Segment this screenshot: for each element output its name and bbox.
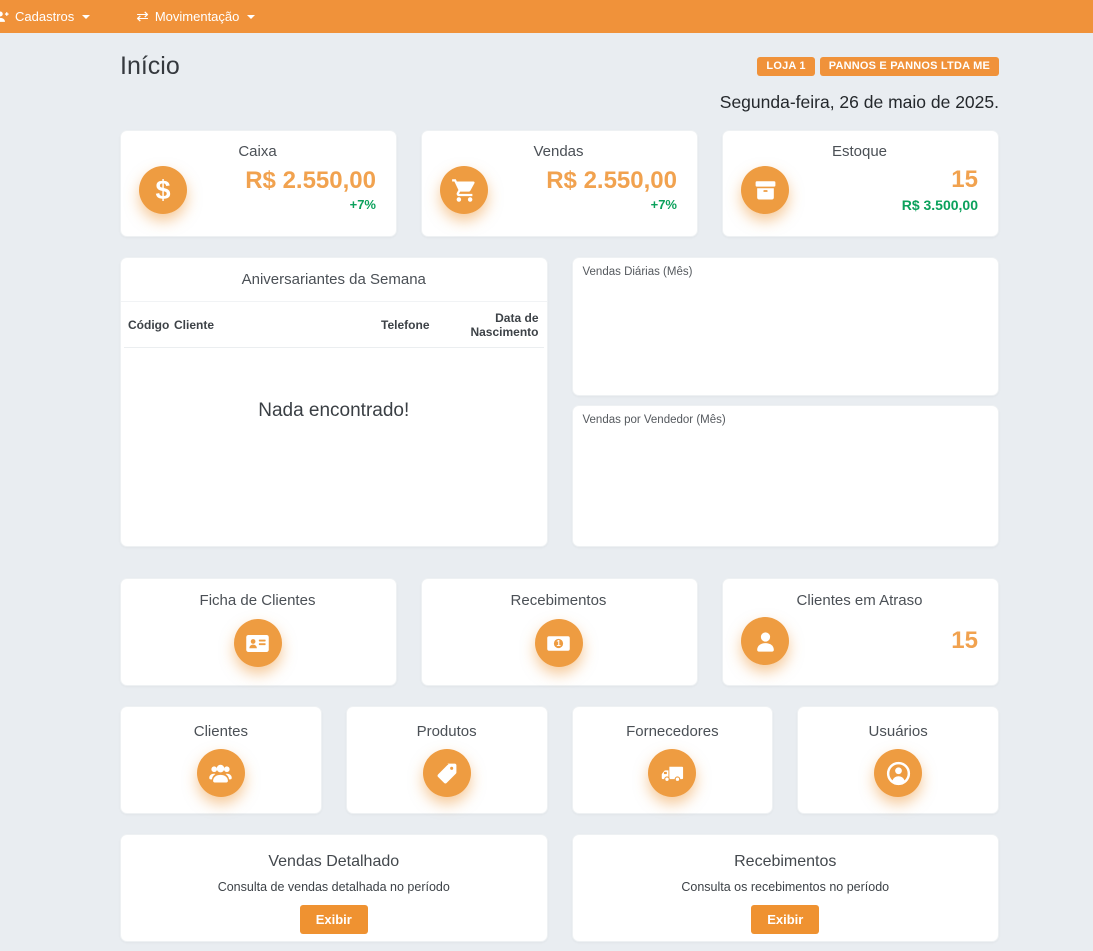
user-icon — [741, 617, 789, 665]
birthdays-title: Aniversariantes da Semana — [121, 258, 547, 302]
stat-delta: +7% — [187, 197, 376, 212]
card-title: Clientes — [121, 723, 321, 740]
daily-sales-chart: Vendas Diárias (Mês) — [572, 257, 1000, 396]
shortcut-card-clientes-em-atraso[interactable]: Clientes em Atraso 15 — [722, 578, 999, 686]
column-header-data-nascimento: Data de Nascimento — [430, 311, 540, 339]
stat-title: Caixa — [139, 143, 376, 160]
report-card-recebimentos: Recebimentos Consulta os recebimentos no… — [572, 834, 1000, 942]
tag-icon — [423, 749, 471, 797]
nav-item-cadastros[interactable]: Cadastros — [0, 0, 104, 33]
dollar-sign-icon: $ — [139, 166, 187, 214]
stat-card-vendas: Vendas R$ 2.550,00 +7% — [421, 130, 698, 237]
exibir-button[interactable]: Exibir — [300, 905, 368, 934]
current-date: Segunda-feira, 26 de maio de 2025. — [120, 92, 999, 113]
overdue-count: 15 — [789, 628, 978, 654]
user-circle-icon — [874, 749, 922, 797]
quick-links-row: Clientes Produtos — [120, 706, 999, 814]
quick-card-produtos[interactable]: Produtos — [346, 706, 548, 814]
badges: LOJA 1 PANNOS E PANNOS LTDA ME — [757, 57, 999, 76]
report-title: Recebimentos — [583, 853, 989, 871]
quick-card-fornecedores[interactable]: Fornecedores — [572, 706, 774, 814]
quick-card-usuarios[interactable]: Usuários — [797, 706, 999, 814]
nav-item-movimentacao[interactable]: ⇄ Movimentação — [122, 0, 269, 33]
birthdays-panel: Aniversariantes da Semana Código Cliente… — [120, 257, 548, 547]
chart-title: Vendas por Vendedor (Mês) — [583, 414, 989, 426]
shopping-cart-icon — [440, 166, 488, 214]
card-title: Usuários — [798, 723, 998, 740]
stat-value: R$ 2.550,00 — [488, 168, 677, 194]
quick-card-clientes[interactable]: Clientes — [120, 706, 322, 814]
truck-icon — [648, 749, 696, 797]
table-header-row: Código Cliente Telefone Data de Nascimen… — [124, 302, 544, 348]
stat-card-caixa: Caixa $ R$ 2.550,00 +7% — [120, 130, 397, 237]
charts-column: Vendas Diárias (Mês) Vendas por Vendedor… — [572, 257, 1000, 547]
reports-row: Vendas Detalhado Consulta de vendas deta… — [120, 834, 999, 942]
card-title: Produtos — [347, 723, 547, 740]
money-bill-icon: 1 — [535, 619, 583, 667]
column-header-codigo: Código — [128, 318, 174, 332]
chevron-down-icon — [82, 15, 90, 19]
report-card-vendas-detalhado: Vendas Detalhado Consulta de vendas deta… — [120, 834, 548, 942]
users-icon — [197, 749, 245, 797]
shortcut-card-recebimentos[interactable]: Recebimentos 1 — [421, 578, 698, 686]
card-title: Fornecedores — [573, 723, 773, 740]
top-navbar: Cadastros ⇄ Movimentação — [0, 0, 1093, 33]
empty-table-message: Nada encontrado! — [121, 400, 547, 422]
stat-title: Estoque — [741, 143, 978, 160]
stats-row: Caixa $ R$ 2.550,00 +7% Vendas — [120, 130, 999, 237]
stat-value: 15 — [789, 167, 978, 193]
stat-delta: +7% — [488, 197, 677, 212]
card-title: Ficha de Clientes — [139, 592, 376, 609]
stat-title: Vendas — [440, 143, 677, 160]
exchange-icon: ⇄ — [136, 9, 149, 24]
exibir-button[interactable]: Exibir — [751, 905, 819, 934]
shortcuts-row: Ficha de Clientes Recebimentos — [120, 578, 999, 686]
user-plus-icon — [0, 9, 9, 24]
chevron-down-icon — [247, 15, 255, 19]
card-title: Clientes em Atraso — [741, 592, 978, 609]
address-card-icon — [234, 619, 282, 667]
middle-row: Aniversariantes da Semana Código Cliente… — [120, 257, 999, 547]
report-description: Consulta os recebimentos no período — [583, 880, 989, 894]
report-title: Vendas Detalhado — [131, 853, 537, 871]
company-badge: PANNOS E PANNOS LTDA ME — [820, 57, 999, 76]
stat-value: R$ 2.550,00 — [187, 168, 376, 194]
chart-title: Vendas Diárias (Mês) — [583, 266, 989, 278]
column-header-cliente: Cliente — [174, 318, 377, 332]
box-icon — [741, 166, 789, 214]
stat-card-estoque: Estoque 15 R$ 3.500,00 — [722, 130, 999, 237]
page-header: Início LOJA 1 PANNOS E PANNOS LTDA ME — [120, 52, 999, 81]
report-description: Consulta de vendas detalhada no período — [131, 880, 537, 894]
page-title: Início — [120, 52, 180, 81]
main-content: Início LOJA 1 PANNOS E PANNOS LTDA ME Se… — [120, 33, 999, 942]
sales-by-seller-chart: Vendas por Vendedor (Mês) — [572, 405, 1000, 547]
svg-text:1: 1 — [556, 639, 561, 648]
shortcut-card-ficha-de-clientes[interactable]: Ficha de Clientes — [120, 578, 397, 686]
card-title: Recebimentos — [440, 592, 677, 609]
stat-delta: R$ 3.500,00 — [789, 197, 978, 213]
store-badge: LOJA 1 — [757, 57, 814, 76]
column-header-telefone: Telefone — [377, 318, 430, 332]
nav-item-label: Movimentação — [155, 9, 240, 24]
nav-item-label: Cadastros — [15, 9, 74, 24]
